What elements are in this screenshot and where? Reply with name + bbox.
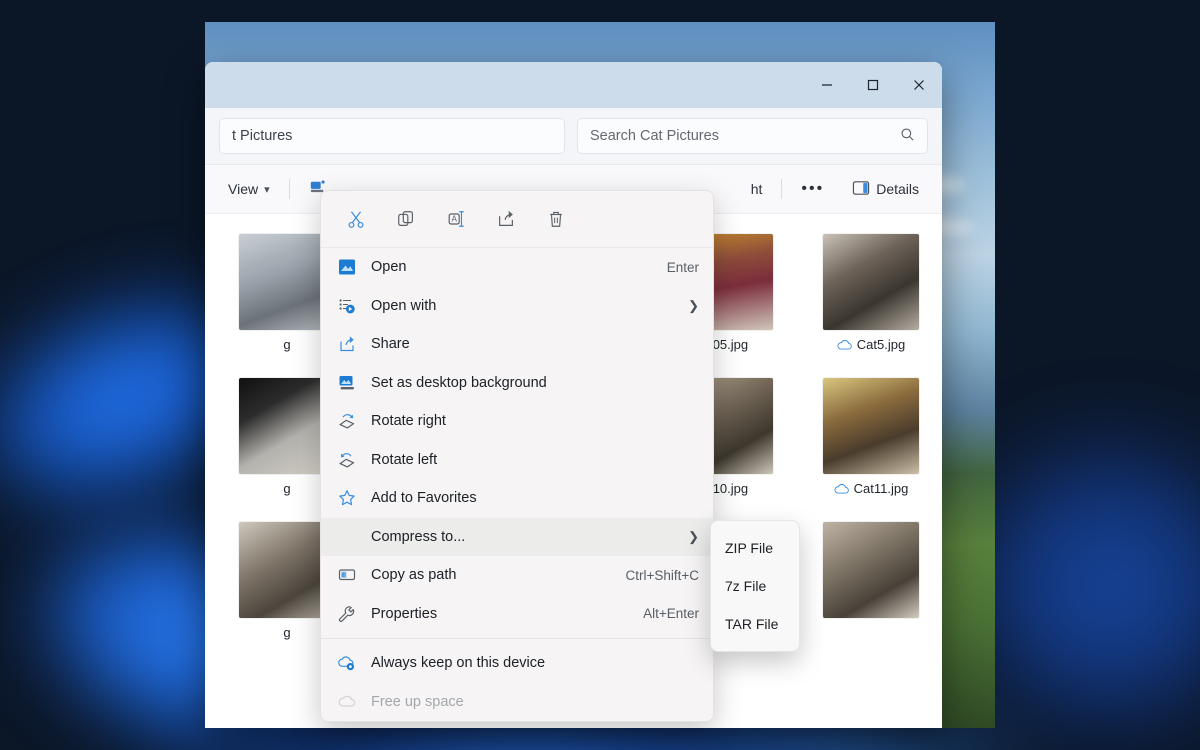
rotate-right-icon <box>337 411 357 431</box>
submenu-item[interactable]: ZIP File <box>711 529 799 567</box>
delete-icon[interactable] <box>543 206 569 232</box>
star-icon <box>337 488 357 508</box>
submenu-item-label: TAR File <box>725 616 779 632</box>
context-menu: A Open Enter Open with ❯ Share Set as desktop… <box>320 190 714 722</box>
compress-to-submenu: ZIP File 7z File TAR File <box>710 520 800 652</box>
file-name-text: Cat5.jpg <box>856 337 906 352</box>
file-tile[interactable]: Cat5.jpg <box>801 228 941 356</box>
submenu-item[interactable]: TAR File <box>711 605 799 643</box>
file-name-label: Cat11.jpg <box>834 481 909 496</box>
chevron-right-icon: ❯ <box>688 528 699 544</box>
menu-item[interactable]: Copy as path Ctrl+Shift+C <box>321 556 713 595</box>
menu-item-label: Open with <box>371 297 437 314</box>
address-bar[interactable]: t Pictures <box>219 118 565 154</box>
file-thumbnail <box>823 234 919 330</box>
file-name-text: Cat11.jpg <box>853 481 909 496</box>
file-name-label: Cat5.jpg <box>837 337 905 352</box>
svg-text:A: A <box>451 215 457 224</box>
chevron-down-icon: ▾ <box>264 183 270 196</box>
menu-item-label: Always keep on this device <box>371 655 546 672</box>
details-label: Details <box>876 181 919 197</box>
minimize-button[interactable] <box>804 62 850 108</box>
menu-item[interactable]: Rotate right <box>321 402 713 441</box>
menu-item[interactable]: Always keep on this device <box>321 644 713 683</box>
address-path-text: t Pictures <box>232 128 293 144</box>
context-menu-quick-actions: A <box>321 191 713 248</box>
view-button[interactable]: View ▾ <box>219 173 279 205</box>
sort-label: ht <box>750 181 763 197</box>
menu-item[interactable]: Properties Alt+Enter <box>321 595 713 634</box>
open-with-icon <box>337 296 357 316</box>
sort-button[interactable]: ht <box>742 173 772 205</box>
menu-item-shortcut: Ctrl+Shift+C <box>625 567 699 583</box>
file-thumbnail <box>823 378 919 474</box>
window-titlebar <box>205 62 942 108</box>
menu-item[interactable]: Rotate left <box>321 441 713 480</box>
cloud-keep-icon <box>337 653 357 673</box>
context-menu-items: Open Enter Open with ❯ Share Set as desktop b… <box>321 248 713 721</box>
file-name-label: g <box>283 337 290 352</box>
share-icon <box>337 334 357 354</box>
search-box[interactable]: Search Cat Pictures <box>577 118 928 154</box>
menu-item-label: Copy as path <box>371 567 457 584</box>
cloud-icon <box>337 692 357 712</box>
details-pane-icon <box>852 180 870 199</box>
menu-item[interactable]: Set as desktop background <box>321 364 713 403</box>
see-more-button[interactable]: ••• <box>792 173 833 205</box>
copy-path-icon <box>337 565 357 585</box>
file-tile[interactable]: Cat11.jpg <box>801 372 941 500</box>
menu-item[interactable]: Share <box>321 325 713 364</box>
menu-item-label: Rotate left <box>371 451 438 468</box>
file-name-text: g <box>283 481 291 496</box>
ellipsis-icon: ••• <box>801 180 825 197</box>
file-name-text: g <box>283 337 291 352</box>
rename-icon[interactable]: A <box>443 206 469 232</box>
address-row: t Pictures Search Cat Pictures <box>205 108 942 165</box>
menu-item-label: Properties <box>371 605 438 622</box>
menu-item-shortcut: Enter <box>666 259 699 275</box>
menu-item-label: Rotate right <box>371 413 446 430</box>
copy-icon[interactable] <box>393 206 419 232</box>
menu-item[interactable]: Compress to... ❯ <box>321 517 713 556</box>
menu-item-label: Free up space <box>371 693 464 710</box>
menu-divider <box>321 638 713 639</box>
menu-item-label: Open <box>371 259 407 276</box>
wallpaper-icon <box>337 373 357 393</box>
maximize-button[interactable] <box>850 62 896 108</box>
submenu-item-label: ZIP File <box>725 540 773 556</box>
menu-item-label: Add to Favorites <box>371 490 477 507</box>
submenu-item-label: 7z File <box>725 578 767 594</box>
menu-item: Free up space <box>321 683 713 722</box>
photo-icon <box>337 257 357 277</box>
rotate-left-icon <box>337 450 357 470</box>
share-icon[interactable] <box>493 206 519 232</box>
menu-item[interactable]: Add to Favorites <box>321 479 713 518</box>
submenu-item[interactable]: 7z File <box>711 567 799 605</box>
wrench-icon <box>337 604 357 624</box>
none <box>337 527 357 547</box>
menu-item-label: Compress to... <box>371 528 466 545</box>
toolbar-divider <box>288 179 290 199</box>
view-label: View <box>228 181 259 197</box>
file-tile[interactable] <box>801 516 941 644</box>
toolbar-divider-2 <box>781 179 783 199</box>
menu-item-label: Set as desktop background <box>371 374 547 391</box>
search-placeholder-text: Search Cat Pictures <box>590 128 719 144</box>
file-name-label: g <box>283 481 290 496</box>
menu-item[interactable]: Open with ❯ <box>321 287 713 326</box>
file-name-label: g <box>283 625 290 640</box>
search-icon <box>900 127 915 146</box>
close-button[interactable] <box>896 62 942 108</box>
file-thumbnail <box>823 522 919 618</box>
details-pane-button[interactable]: Details <box>843 173 928 205</box>
file-name-text: g <box>283 625 291 640</box>
menu-item-label: Share <box>371 336 410 353</box>
menu-item-shortcut: Alt+Enter <box>643 606 699 622</box>
menu-item[interactable]: Open Enter <box>321 248 713 287</box>
cut-icon[interactable] <box>343 206 369 232</box>
chevron-right-icon: ❯ <box>688 297 699 313</box>
